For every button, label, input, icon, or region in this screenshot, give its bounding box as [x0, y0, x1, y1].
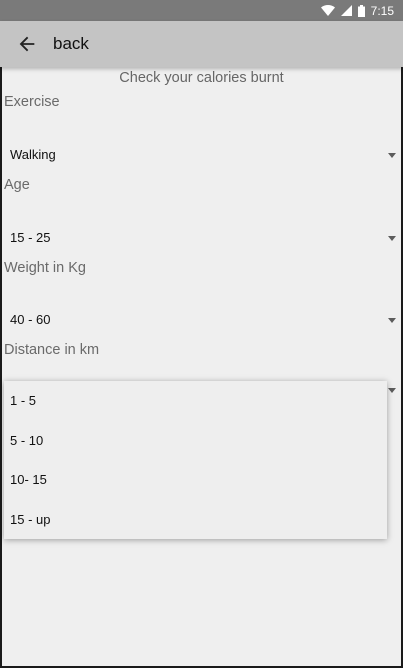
distance-label: Distance in km: [4, 342, 100, 358]
age-spinner[interactable]: 15 - 25: [4, 223, 399, 253]
dropdown-arrow-icon: [388, 388, 396, 393]
app-title[interactable]: back: [53, 34, 89, 54]
signal-icon: [340, 5, 352, 16]
status-icons: 7:15: [320, 0, 394, 21]
exercise-spinner[interactable]: Walking: [4, 140, 399, 170]
exercise-value: Walking: [10, 147, 56, 162]
weight-spinner[interactable]: 40 - 60: [4, 305, 399, 335]
arrow-back-icon[interactable]: [16, 33, 38, 55]
status-time: 7:15: [370, 3, 394, 18]
dropdown-arrow-icon: [388, 236, 396, 241]
distance-dropdown-menu: 1 - 5 5 - 10 10- 15 15 - up: [4, 381, 387, 539]
calorie-form: Check your calories burnt Exercise Walki…: [0, 67, 403, 668]
status-bar: 7:15: [0, 0, 403, 21]
dropdown-option[interactable]: 1 - 5: [4, 381, 387, 421]
exercise-label: Exercise: [4, 94, 60, 110]
dropdown-option[interactable]: 15 - up: [4, 500, 387, 540]
form-heading: Check your calories burnt: [119, 70, 284, 86]
wifi-icon: [320, 5, 335, 16]
dropdown-arrow-icon: [388, 318, 396, 323]
battery-icon: [357, 4, 365, 17]
dropdown-option[interactable]: 5 - 10: [4, 421, 387, 461]
screen-edge: [0, 67, 2, 668]
dropdown-arrow-icon: [388, 153, 396, 158]
weight-label: Weight in Kg: [4, 260, 86, 276]
dropdown-option[interactable]: 10- 15: [4, 460, 387, 500]
age-value: 15 - 25: [10, 230, 51, 245]
age-label: Age: [4, 177, 30, 193]
app-bar: back: [0, 21, 403, 67]
weight-value: 40 - 60: [10, 312, 51, 327]
